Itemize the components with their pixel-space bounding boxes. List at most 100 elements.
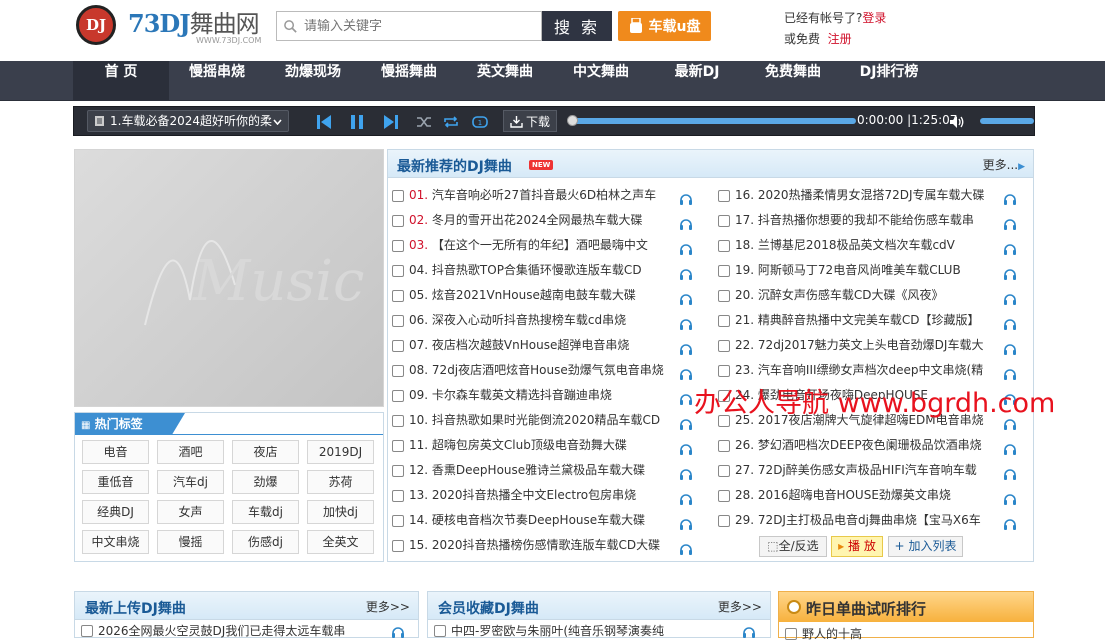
listen-button[interactable] <box>679 539 693 558</box>
listen-button[interactable] <box>679 339 693 358</box>
listen-button[interactable] <box>679 264 693 283</box>
headphones-icon[interactable] <box>1003 368 1017 380</box>
headphones-icon[interactable] <box>1003 343 1017 355</box>
tag-11[interactable]: 加快dj <box>307 500 374 524</box>
loop-one-button[interactable]: 1 <box>471 112 489 132</box>
track-checkbox[interactable] <box>392 215 404 227</box>
track-row[interactable]: 26. 梦幻酒吧档次DEEP夜色阑珊极品饮酒串烧 <box>718 433 1019 458</box>
tag-1[interactable]: 酒吧 <box>157 440 224 464</box>
track-checkbox[interactable] <box>718 315 730 327</box>
tag-13[interactable]: 慢摇 <box>157 530 224 554</box>
headphones-icon[interactable] <box>742 626 756 638</box>
track-checkbox[interactable] <box>392 390 404 402</box>
headphones-icon[interactable] <box>679 493 693 505</box>
tag-7[interactable]: 苏荷 <box>307 470 374 494</box>
tag-12[interactable]: 中文串烧 <box>82 530 149 554</box>
headphones-icon[interactable] <box>1003 243 1017 255</box>
track-checkbox[interactable] <box>392 365 404 377</box>
track-checkbox[interactable] <box>392 440 404 452</box>
tag-6[interactable]: 劲爆 <box>232 470 299 494</box>
tag-15[interactable]: 全英文 <box>307 530 374 554</box>
headphones-icon[interactable] <box>679 343 693 355</box>
play-selected-button[interactable]: ▸ 播 放 <box>831 536 883 557</box>
track-checkbox[interactable] <box>392 515 404 527</box>
track-row[interactable]: 06. 深夜入心动听抖音热搜榜车载cd串烧 <box>392 308 695 333</box>
download-button[interactable]: 下载 <box>503 110 557 132</box>
progress-handle[interactable] <box>567 115 578 126</box>
progress-bar[interactable] <box>571 118 856 124</box>
track-link[interactable]: 16. 2020热播柔情男女混搭72DJ专属车载大碟 <box>735 183 985 208</box>
track-link[interactable]: 14. 硬核电音档次节奏DeepHouse车载大碟 <box>409 508 645 533</box>
headphones-icon[interactable] <box>1003 318 1017 330</box>
headphones-icon[interactable] <box>1003 268 1017 280</box>
listen-button[interactable] <box>679 414 693 433</box>
nav-item-english[interactable]: 英文舞曲 <box>457 61 553 101</box>
listen-button[interactable] <box>679 389 693 408</box>
track-checkbox[interactable] <box>392 265 404 277</box>
tag-5[interactable]: 汽车dj <box>157 470 224 494</box>
track-checkbox[interactable] <box>392 315 404 327</box>
listen-button[interactable] <box>679 364 693 383</box>
track-row[interactable]: 14. 硬核电音档次节奏DeepHouse车载大碟 <box>392 508 695 533</box>
shuffle-button[interactable] <box>415 112 433 132</box>
headphones-icon[interactable] <box>679 218 693 230</box>
track-link[interactable]: 15. 2020抖音热播榜伤感情歌连版车载CD大碟 <box>409 533 660 558</box>
nav-item-slow-medley[interactable]: 慢摇串烧 <box>169 61 265 101</box>
headphones-icon[interactable] <box>679 518 693 530</box>
track-row[interactable]: 28. 2016超嗨电音HOUSE劲爆英文串烧 <box>718 483 1019 508</box>
track-link[interactable]: 08. 72dj夜店酒吧炫音House劲爆气氛电音串烧 <box>409 358 664 383</box>
listen-button[interactable] <box>1003 239 1017 258</box>
track-checkbox[interactable] <box>718 240 730 252</box>
login-link[interactable]: 登录 <box>862 11 886 25</box>
track-checkbox[interactable] <box>718 215 730 227</box>
track-link[interactable]: 19. 阿斯顿马丁72电音风尚唯美车载CLUB <box>735 258 961 283</box>
nav-item-free[interactable]: 免费舞曲 <box>745 61 841 101</box>
headphones-icon[interactable] <box>679 293 693 305</box>
listen-button[interactable] <box>679 439 693 458</box>
track-row[interactable]: 18. 兰博基尼2018极品英文档次车载cdV <box>718 233 1019 258</box>
tag-9[interactable]: 女声 <box>157 500 224 524</box>
site-logo[interactable]: DJ 73DJ舞曲网 WWW.73DJ.COM <box>76 4 276 48</box>
checkbox[interactable] <box>785 628 797 640</box>
listen-button[interactable] <box>679 464 693 483</box>
headphones-icon[interactable] <box>679 443 693 455</box>
nav-item-live[interactable]: 劲爆现场 <box>265 61 361 101</box>
track-checkbox[interactable] <box>392 190 404 202</box>
track-checkbox[interactable] <box>718 365 730 377</box>
tag-0[interactable]: 电音 <box>82 440 149 464</box>
latest-upload-more-link[interactable]: 更多>> <box>366 598 410 615</box>
tag-3[interactable]: 2019DJ <box>307 440 374 464</box>
track-checkbox[interactable] <box>392 340 404 352</box>
track-link[interactable]: 26. 梦幻酒吧档次DEEP夜色阑珊极品饮酒串烧 <box>735 433 982 458</box>
track-link[interactable]: 02. 冬月的雪开出花2024全网最热车载大碟 <box>409 208 642 233</box>
tag-14[interactable]: 伤感dj <box>232 530 299 554</box>
track-row[interactable]: 11. 超嗨包房英文Club顶级电音劲舞大碟 <box>392 433 695 458</box>
track-link[interactable]: 13. 2020抖音热播全中文Electro包房串烧 <box>409 483 636 508</box>
track-row[interactable]: 16. 2020热播柔情男女混搭72DJ专属车载大碟 <box>718 183 1019 208</box>
member-favorites-more-link[interactable]: 更多>> <box>718 598 762 615</box>
list-item[interactable]: 中四-罗密欧与朱丽叶(纯音乐钢琴演奏纯 <box>434 624 664 638</box>
listen-button[interactable] <box>679 489 693 508</box>
headphones-icon[interactable] <box>679 243 693 255</box>
listen-button[interactable] <box>1003 489 1017 508</box>
nav-item-newest[interactable]: 最新DJ <box>649 61 745 101</box>
track-row[interactable]: 22. 72dj2017魅力英文上头电音劲爆DJ车载大 <box>718 333 1019 358</box>
track-checkbox[interactable] <box>718 290 730 302</box>
track-checkbox[interactable] <box>718 515 730 527</box>
headphones-icon[interactable] <box>679 268 693 280</box>
headphones-icon[interactable] <box>679 318 693 330</box>
track-link[interactable]: 27. 72Dj醉美伤感女声极品HIFI汽车音响车载 <box>735 458 977 483</box>
headphones-icon[interactable] <box>1003 518 1017 530</box>
prev-button[interactable] <box>315 112 333 132</box>
listen-button[interactable] <box>679 189 693 208</box>
track-link[interactable]: 22. 72dj2017魅力英文上头电音劲爆DJ车载大 <box>735 333 983 358</box>
track-row[interactable]: 12. 香熏DeepHouse雅诗兰黛极品车载大碟 <box>392 458 695 483</box>
headphones-icon[interactable] <box>391 626 405 638</box>
track-row[interactable]: 05. 炫音2021VnHouse越南电鼓车载大碟 <box>392 283 695 308</box>
headphones-icon[interactable] <box>1003 443 1017 455</box>
nav-item-slow-dance[interactable]: 慢摇舞曲 <box>361 61 457 101</box>
listen-button[interactable] <box>1003 339 1017 358</box>
nav-item-home[interactable]: 首 页 <box>73 61 169 101</box>
listen-button[interactable] <box>1003 289 1017 308</box>
track-checkbox[interactable] <box>392 290 404 302</box>
